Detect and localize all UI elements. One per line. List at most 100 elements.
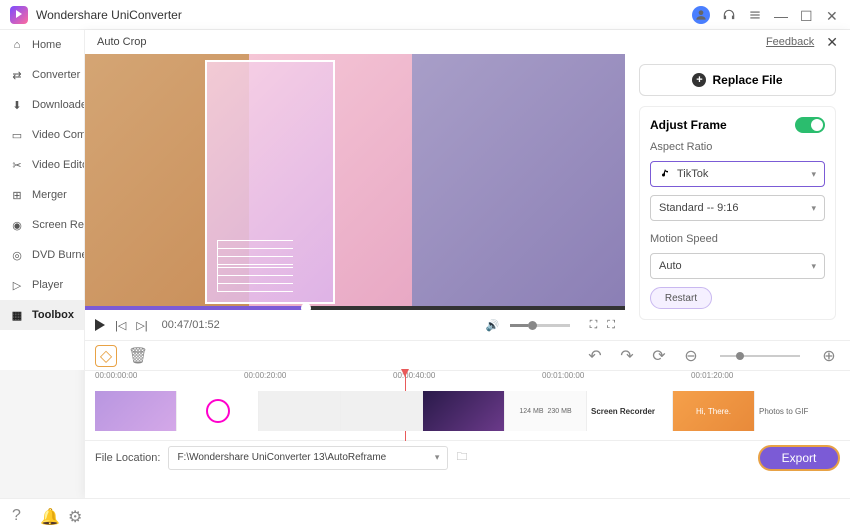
snapshot-icon[interactable]: ⛶ <box>590 319 598 332</box>
delete-button[interactable]: 🗑 <box>127 345 149 367</box>
auto-crop-modal: Auto Crop Feedback ✕ |◁ ▷| 00:47/01:52 <box>85 30 850 498</box>
notification-icon[interactable]: 🔔 <box>40 507 54 521</box>
seek-bar[interactable] <box>85 306 625 310</box>
sidebar-item-downloader[interactable]: ⬇Downloader <box>0 90 84 120</box>
next-frame-button[interactable]: ▷| <box>136 319 147 332</box>
crop-frame[interactable] <box>205 60 335 304</box>
maximize-button[interactable]: ☐ <box>800 8 814 22</box>
clip[interactable] <box>95 391 176 431</box>
refresh-button[interactable]: ⟳ <box>648 345 670 367</box>
sidebar-item-converter[interactable]: ⇄ Converter <box>0 60 84 90</box>
zoom-slider[interactable] <box>720 355 800 357</box>
redo-button[interactable]: ↷ <box>616 345 638 367</box>
account-icon[interactable] <box>692 6 710 24</box>
headset-icon[interactable] <box>722 8 736 22</box>
zoom-out-button[interactable]: ⊖ <box>680 345 702 367</box>
timeline-clips[interactable]: 124 MB230 MB Screen Recorder Hi, There. … <box>95 391 840 431</box>
download-icon: ⬇ <box>10 98 24 112</box>
record-icon: ◉ <box>10 218 24 232</box>
help-icon[interactable]: ? <box>12 507 26 521</box>
replace-file-button[interactable]: + Replace File <box>639 64 836 96</box>
clip[interactable]: Photos to GIF <box>755 391 840 431</box>
zoom-in-button[interactable]: ⊕ <box>818 345 840 367</box>
adjust-panel: + Replace File Adjust Frame Aspect Ratio… <box>625 54 850 340</box>
grid-icon: ▦ <box>10 308 24 322</box>
sidebar-item-merger[interactable]: ⊞ Merger <box>0 180 84 210</box>
timecode: 00:47/01:52 <box>162 319 220 331</box>
titlebar: Wondershare UniConverter — ☐ ✕ <box>0 0 850 30</box>
minimize-button[interactable]: — <box>774 8 788 22</box>
clip[interactable] <box>341 391 422 431</box>
chevron-down-icon: ▾ <box>811 261 816 272</box>
sidebar-item-label: Video Compressor <box>32 129 84 141</box>
timeline-ruler: 00:00:00:00 00:00:20:00 00:00:40:00 00:0… <box>85 371 850 387</box>
adjust-frame-toggle[interactable] <box>795 117 825 133</box>
clip[interactable]: Screen Recorder <box>587 391 672 431</box>
merge-icon: ⊞ <box>10 188 24 202</box>
sidebar-item-toolbox[interactable]: ▦ Toolbox <box>0 300 84 330</box>
standard-select[interactable]: Standard -- 9:16 ▾ <box>650 195 825 221</box>
disc-icon: ◎ <box>10 248 24 262</box>
file-path: F:\Wondershare UniConverter 13\AutoRefra… <box>177 452 386 463</box>
sidebar-item-label: Home <box>32 39 61 51</box>
app-title: Wondershare UniConverter <box>36 8 692 22</box>
sidebar-item-player[interactable]: ▷Player <box>0 270 84 300</box>
status-bar: ? 🔔 ⚙ <box>0 498 850 528</box>
sidebar-item-label: Converter <box>32 69 80 81</box>
clip[interactable] <box>423 391 504 431</box>
clip[interactable] <box>259 391 340 431</box>
fullscreen-icon[interactable]: ⛶ <box>607 319 615 332</box>
modal-title: Auto Crop <box>97 36 147 48</box>
aspect-ratio-select[interactable]: TikTok ▾ <box>650 161 825 187</box>
home-icon: ⌂ <box>10 38 24 52</box>
clip[interactable]: Hi, There. <box>673 391 754 431</box>
close-icon[interactable]: ✕ <box>826 34 838 51</box>
sidebar-item-compressor[interactable]: ▭ Video Compressor <box>0 120 84 150</box>
sidebar-item-label: Video Editor <box>32 159 84 171</box>
volume-slider[interactable] <box>510 324 570 327</box>
aspect-ratio-value: TikTok <box>677 168 708 180</box>
close-window-button[interactable]: ✕ <box>826 8 840 22</box>
modal-footer: File Location: F:\Wondershare UniConvert… <box>85 440 850 474</box>
adjust-frame-label: Adjust Frame <box>650 118 727 132</box>
converter-icon: ⇄ <box>10 68 24 82</box>
sidebar-item-dvd-burner[interactable]: ◎ DVD Burner <box>0 240 84 270</box>
video-preview[interactable] <box>85 54 625 310</box>
sidebar-item-screen-recorder[interactable]: ◉ Screen Recorder <box>0 210 84 240</box>
standard-value: Standard -- 9:16 <box>659 202 739 214</box>
sidebar-item-label: Merger <box>32 189 67 201</box>
volume-icon[interactable]: 🔊 <box>486 319 500 332</box>
compress-icon: ▭ <box>10 128 24 142</box>
chevron-down-icon: ▾ <box>435 452 440 463</box>
play-button[interactable] <box>95 319 105 331</box>
chevron-down-icon: ▾ <box>811 169 816 180</box>
aspect-ratio-label: Aspect Ratio <box>650 141 825 153</box>
settings-icon[interactable]: ⚙ <box>68 507 82 521</box>
tiktok-icon <box>659 168 671 180</box>
chevron-down-icon: ▾ <box>811 203 816 214</box>
feedback-link[interactable]: Feedback <box>766 36 814 48</box>
motion-speed-select[interactable]: Auto ▾ <box>650 253 825 279</box>
restart-button[interactable]: Restart <box>650 287 712 309</box>
menu-icon[interactable] <box>748 8 762 22</box>
file-location-label: File Location: <box>95 452 160 464</box>
replace-label: Replace File <box>712 73 782 87</box>
prev-frame-button[interactable]: |◁ <box>115 319 126 332</box>
sidebar-item-label: DVD Burner <box>32 249 84 261</box>
sidebar-item-label: Screen Recorder <box>32 219 84 231</box>
sidebar-item-home[interactable]: ⌂ Home <box>0 30 84 60</box>
clip[interactable] <box>177 391 258 431</box>
browse-folder-button[interactable]: 🗀 <box>456 448 467 467</box>
file-location-select[interactable]: F:\Wondershare UniConverter 13\AutoRefra… <box>168 446 448 470</box>
sidebar-item-editor[interactable]: ✂Video Editor <box>0 150 84 180</box>
play-icon: ▷ <box>10 278 24 292</box>
add-marker-button[interactable]: ◇ <box>95 345 117 367</box>
sidebar-item-label: Toolbox <box>32 309 74 321</box>
undo-button[interactable]: ↶ <box>584 345 606 367</box>
player-controls: |◁ ▷| 00:47/01:52 🔊 ⛶ ⛶ <box>85 310 625 340</box>
app-logo-icon <box>10 6 28 24</box>
plus-icon: + <box>692 73 706 87</box>
clip[interactable]: 124 MB230 MB <box>505 391 586 431</box>
export-button[interactable]: Export <box>758 445 840 471</box>
timeline[interactable]: 00:00:00:00 00:00:20:00 00:00:40:00 00:0… <box>85 370 850 440</box>
